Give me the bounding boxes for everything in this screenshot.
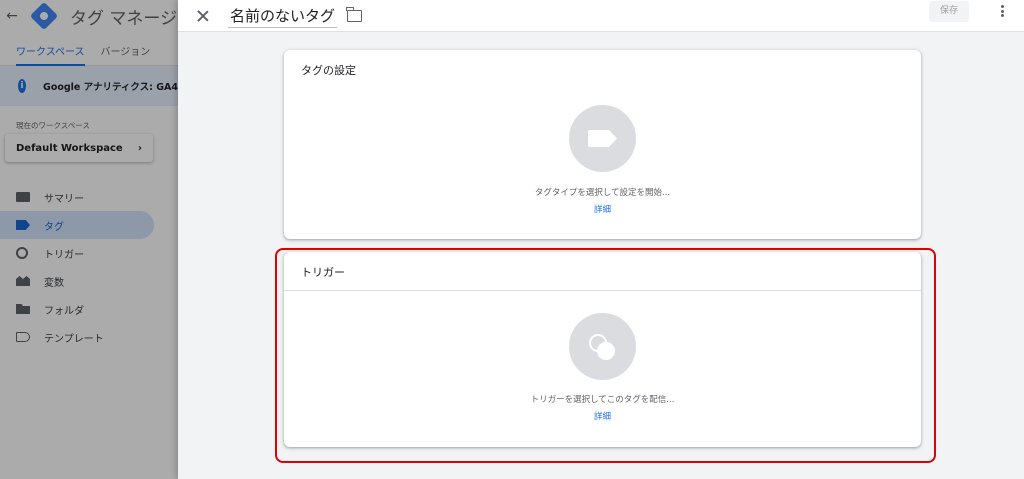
tag-config-title: タグの設定 (301, 64, 356, 77)
panel-header: 名前のないタグ 保存 (178, 0, 1024, 32)
tag-config-details-link[interactable]: 詳細 (284, 203, 921, 215)
save-button[interactable]: 保存 (929, 1, 969, 22)
tag-name-field[interactable]: 名前のないタグ (228, 3, 338, 28)
folder-icon[interactable] (346, 6, 363, 22)
tag-icon (588, 130, 617, 147)
trigger-highlight-box (275, 248, 936, 463)
more-vert-icon[interactable] (998, 3, 1006, 19)
close-icon[interactable] (193, 6, 213, 26)
tag-config-hint: タグタイプを選択して設定を開始... (534, 188, 671, 198)
tag-type-placeholder[interactable] (569, 105, 636, 172)
tag-config-card[interactable]: タグの設定 タグタイプを選択して設定を開始... 詳細 (284, 50, 921, 239)
